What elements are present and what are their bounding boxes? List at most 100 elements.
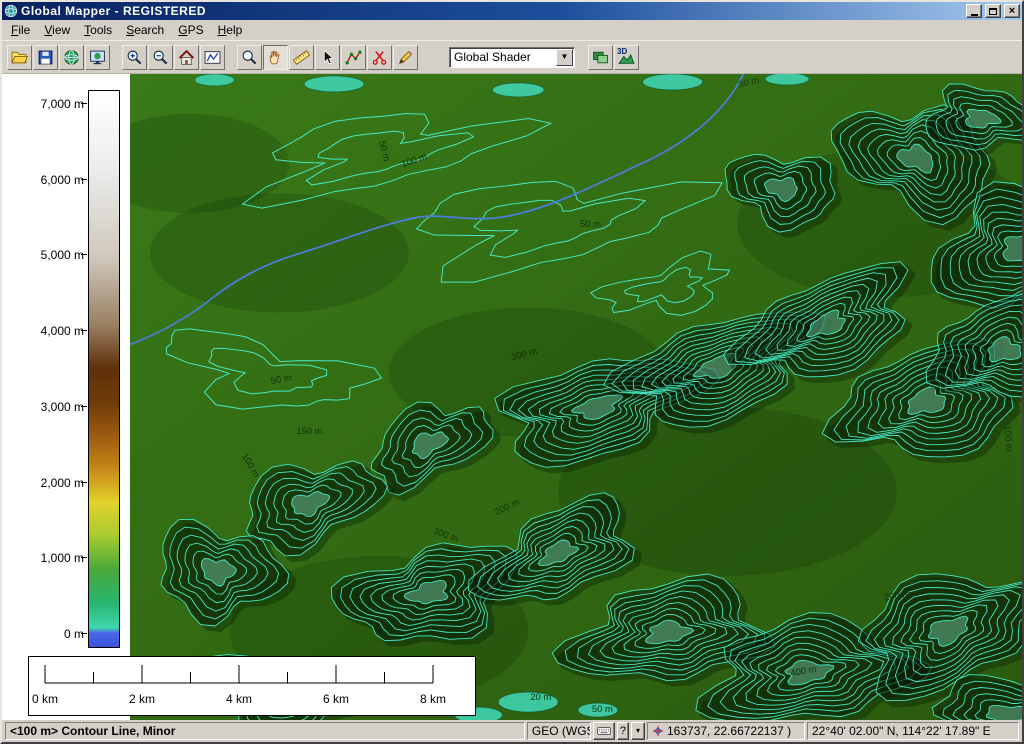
legend-label: 1,000 m xyxy=(41,551,84,565)
arrow-cursor-icon xyxy=(319,49,336,66)
scalebar-graphic: 0 km2 km4 km6 km8 km xyxy=(29,657,473,713)
full-view-button[interactable] xyxy=(174,45,199,70)
status-latlon: 22°40' 02.00" N, 114°22' 17.89" E xyxy=(807,722,1019,740)
contour-label: 150 m xyxy=(296,426,322,437)
hand-icon xyxy=(267,49,284,66)
status-tool-hint-text: <100 m> Contour Line, Minor xyxy=(10,724,175,738)
scale-bar: 0 km2 km4 km6 km8 km xyxy=(28,656,476,716)
screen-capture-icon xyxy=(89,49,106,66)
open-folder-icon xyxy=(11,49,28,66)
maximize-icon xyxy=(989,8,997,15)
window-title: Global Mapper - REGISTERED xyxy=(21,2,963,20)
path-profile-window-button[interactable] xyxy=(200,45,225,70)
minimize-icon xyxy=(971,14,978,16)
legend-label: 0 m xyxy=(64,627,84,641)
scissors-icon xyxy=(371,49,388,66)
status-map-coords-text: 163737, 22.66722137 ) xyxy=(667,724,791,738)
menu-tools[interactable]: Tools xyxy=(77,21,119,39)
map-view[interactable]: 30 m50 m100 m50 m50 m150 m100 m300 m200 … xyxy=(130,74,1022,720)
measure-tool-button[interactable] xyxy=(289,45,314,70)
close-button[interactable]: × xyxy=(1004,4,1020,18)
download-imagery-button[interactable] xyxy=(59,45,84,70)
legend-tick xyxy=(81,633,87,634)
overlay-control-center-button[interactable] xyxy=(588,45,613,70)
contour-label: 20 m xyxy=(530,692,551,703)
close-icon: × xyxy=(1009,6,1015,17)
zoom-out-button[interactable] xyxy=(148,45,173,70)
menu-bar: FileViewToolsSearchGPSHelp xyxy=(2,20,1022,40)
toolbar-separator xyxy=(111,45,121,70)
toolbar-buttons xyxy=(7,45,418,70)
menu-file[interactable]: File xyxy=(4,21,37,39)
legend-label: 4,000 m xyxy=(41,324,84,338)
contour-label: 100 m xyxy=(1001,425,1014,452)
scalebar-label: 0 km xyxy=(32,692,58,706)
legend-tick xyxy=(81,406,87,407)
status-latlon-text: 22°40' 02.00" N, 114°22' 17.89" E xyxy=(812,724,991,738)
menu-help[interactable]: Help xyxy=(211,21,250,39)
menu-search[interactable]: Search xyxy=(119,21,171,39)
main-content: 30 m50 m100 m50 m50 m150 m100 m300 m200 … xyxy=(2,74,1022,720)
legend-label: 6,000 m xyxy=(41,173,84,187)
feature-info-tool-button[interactable] xyxy=(367,45,392,70)
status-projection: GEO (WGS8 xyxy=(527,722,591,740)
chevron-down-icon: ▾ xyxy=(636,727,640,735)
scalebar-label: 6 km xyxy=(323,692,349,706)
minimize-button[interactable] xyxy=(966,4,982,18)
open-button[interactable] xyxy=(7,45,32,70)
scalebar-label: 2 km xyxy=(129,692,155,706)
elevation-color-ramp xyxy=(88,90,120,648)
zoom-in-icon xyxy=(126,49,143,66)
legend-tick xyxy=(81,482,87,483)
maximize-button[interactable] xyxy=(985,4,1001,18)
digitizer-tool-button[interactable] xyxy=(393,45,418,70)
position-icon xyxy=(652,725,664,737)
legend-label: 7,000 m xyxy=(41,97,84,111)
path-profile-icon xyxy=(345,49,362,66)
legend-tick xyxy=(81,103,87,104)
save-button[interactable] xyxy=(33,45,58,70)
legend-label: 2,000 m xyxy=(41,476,84,490)
legend-label: 5,000 m xyxy=(41,248,84,262)
keyboard-button[interactable] xyxy=(593,722,615,740)
toolbar: Global Shader ▼ 3D xyxy=(2,40,1022,74)
keyboard-icon xyxy=(596,724,612,738)
home-icon xyxy=(178,49,195,66)
status-bar: <100 m> Contour Line, Minor GEO (WGS8 ? … xyxy=(2,720,1022,742)
legend-tick xyxy=(81,557,87,558)
legend-label: 3,000 m xyxy=(41,400,84,414)
legend-tick xyxy=(81,330,87,331)
zoom-in-button[interactable] xyxy=(122,45,147,70)
help-button[interactable]: ? xyxy=(617,722,629,740)
screen-capture-button[interactable] xyxy=(85,45,110,70)
toolbar-separator xyxy=(226,45,236,70)
show-3d-view-button[interactable]: 3D xyxy=(614,45,639,70)
show-3d-view-label: 3D xyxy=(617,47,627,56)
chevron-down-icon: ▼ xyxy=(561,53,569,61)
status-dropdown-button[interactable]: ▾ xyxy=(631,722,645,740)
legend-tick xyxy=(81,254,87,255)
menu-gps[interactable]: GPS xyxy=(171,21,210,39)
menu-view[interactable]: View xyxy=(37,21,77,39)
status-map-coords: 163737, 22.66722137 ) xyxy=(647,722,805,740)
profile-chart-icon xyxy=(204,49,221,66)
overlay-icon xyxy=(592,49,609,66)
scalebar-label: 4 km xyxy=(226,692,252,706)
title-bar[interactable]: Global Mapper - REGISTERED × xyxy=(2,2,1022,20)
pan-tool-button[interactable] xyxy=(263,45,288,70)
app-window: Global Mapper - REGISTERED × FileViewToo… xyxy=(0,0,1024,744)
zoom-out-icon xyxy=(152,49,169,66)
map-svg[interactable]: 30 m50 m100 m50 m50 m150 m100 m300 m200 … xyxy=(130,74,1022,720)
contour-label: 50 m xyxy=(592,704,613,715)
select-tool-button[interactable] xyxy=(315,45,340,70)
toolbar-right-buttons: 3D xyxy=(588,45,639,70)
elevation-legend: 7,000 m 6,000 m 5,000 m 4,000 m 3,000 m 2,000… xyxy=(2,74,130,720)
globe-icon xyxy=(63,49,80,66)
shader-select[interactable]: Global Shader ▼ xyxy=(449,47,575,68)
status-projection-text: GEO (WGS8 xyxy=(532,724,591,738)
path-profile-tool-button[interactable] xyxy=(341,45,366,70)
shader-select-value: Global Shader xyxy=(450,50,556,64)
shader-select-dropdown-button[interactable]: ▼ xyxy=(556,49,573,66)
magnifier-icon xyxy=(241,49,258,66)
zoom-tool-button[interactable] xyxy=(237,45,262,70)
